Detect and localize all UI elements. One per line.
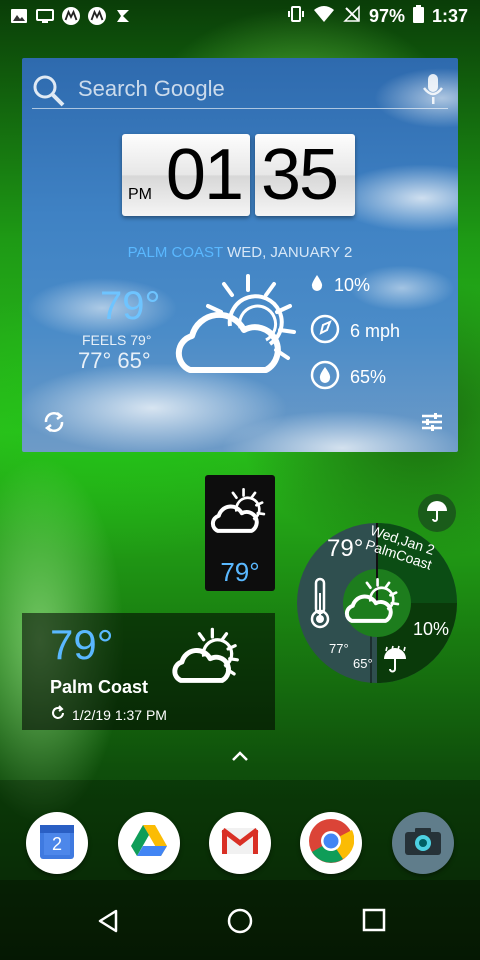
city-name: PALM COAST bbox=[127, 244, 223, 261]
round-low: 65° bbox=[353, 656, 373, 671]
weather-round-widget[interactable]: 79° Wed,Jan 2 PalmCoast 77° 65° 10% bbox=[297, 515, 459, 691]
clock-hour: 01 bbox=[165, 135, 244, 215]
no-signal-icon bbox=[343, 5, 361, 28]
wide-temperature: 79° bbox=[50, 621, 114, 668]
high-low: 77° 65° bbox=[78, 348, 151, 373]
partly-cloudy-icon bbox=[170, 625, 246, 692]
weather-wide-widget[interactable]: 79° Palm Coast 1/2/19 1:37 PM bbox=[22, 613, 275, 730]
notification-icons bbox=[10, 7, 132, 25]
weather-clock-widget[interactable]: Search Google PM 01 35 PALM COAST WED, J… bbox=[22, 58, 458, 452]
rain-umbrella-icon bbox=[381, 645, 409, 680]
google-drive-icon bbox=[130, 824, 168, 863]
clock-hour-card[interactable]: PM 01 bbox=[122, 134, 250, 216]
wind-detail: 6 mph bbox=[310, 314, 400, 349]
calendar-day: 2 bbox=[51, 834, 62, 854]
clock-time: 1:37 bbox=[431, 6, 468, 26]
microphone-icon[interactable] bbox=[422, 72, 444, 111]
partly-cloudy-icon bbox=[170, 270, 310, 385]
round-precip: 10% bbox=[413, 619, 450, 639]
chrome-icon bbox=[308, 818, 355, 869]
wifi-icon bbox=[313, 5, 335, 28]
gmail-icon bbox=[220, 826, 260, 861]
round-high: 77° bbox=[329, 641, 349, 656]
weather-mini-widget[interactable]: 79° bbox=[205, 475, 275, 591]
updated-time: 1/2/19 1:37 PM bbox=[72, 706, 167, 723]
battery-percent: 97% bbox=[368, 6, 405, 26]
app-drawer-chevron-icon[interactable] bbox=[228, 748, 252, 769]
partly-cloudy-icon bbox=[343, 575, 405, 632]
thermometer-icon bbox=[309, 577, 331, 634]
recents-button[interactable] bbox=[362, 908, 386, 937]
date-text: WED, JANUARY 2 bbox=[227, 244, 353, 261]
search-icon bbox=[32, 74, 66, 113]
partly-cloudy-icon bbox=[209, 485, 271, 542]
system-icons: 97% 1:37 bbox=[287, 5, 468, 28]
calendar-app[interactable]: 2 bbox=[26, 812, 88, 874]
wind-value: 6 mph bbox=[350, 321, 401, 341]
location-date: PALM COAST WED, JANUARY 2 bbox=[22, 244, 458, 261]
humidity-icon bbox=[310, 360, 340, 395]
refresh-icon bbox=[50, 705, 66, 724]
precipitation-value: 10% bbox=[334, 275, 371, 295]
navigation-bar bbox=[0, 880, 480, 960]
mini-temperature: 79° bbox=[220, 557, 260, 587]
screen-cast-icon bbox=[36, 7, 54, 25]
wide-city: Palm Coast bbox=[50, 677, 149, 697]
status-bar: 97% 1:37 bbox=[0, 0, 480, 32]
settings-sliders-icon[interactable] bbox=[420, 410, 444, 439]
image-icon bbox=[10, 7, 28, 25]
search-placeholder: Search Google bbox=[78, 76, 225, 101]
vibrate-icon bbox=[287, 5, 305, 28]
camera-app[interactable] bbox=[392, 812, 454, 874]
battery-icon bbox=[412, 5, 424, 28]
last-updated: 1/2/19 1:37 PM bbox=[50, 705, 167, 724]
current-temperature: 79° bbox=[100, 284, 161, 328]
drive-app[interactable] bbox=[118, 812, 180, 874]
compass-icon bbox=[310, 314, 340, 349]
precipitation-detail: 10% bbox=[310, 274, 370, 297]
voice-icon bbox=[114, 7, 132, 25]
gmail-app[interactable] bbox=[209, 812, 271, 874]
dock: 2 bbox=[0, 780, 480, 880]
refresh-icon[interactable] bbox=[42, 410, 66, 439]
chrome-app[interactable] bbox=[300, 812, 362, 874]
raindrop-icon bbox=[310, 274, 324, 297]
clock-minute: 35 bbox=[261, 135, 339, 215]
home-button[interactable] bbox=[227, 908, 253, 939]
clock-period: PM bbox=[128, 186, 152, 203]
back-button[interactable] bbox=[96, 908, 120, 939]
humidity-value: 65% bbox=[350, 367, 387, 387]
humidity-detail: 65% bbox=[310, 360, 386, 395]
feels-like: FEELS 79° bbox=[82, 332, 152, 348]
motorola-icon bbox=[62, 7, 80, 25]
google-search-bar[interactable]: Search Google bbox=[32, 72, 448, 109]
clock-minute-card[interactable]: 35 bbox=[255, 134, 355, 216]
round-temperature: 79° bbox=[327, 535, 364, 562]
motorola-icon bbox=[88, 7, 106, 25]
camera-icon bbox=[403, 825, 443, 862]
